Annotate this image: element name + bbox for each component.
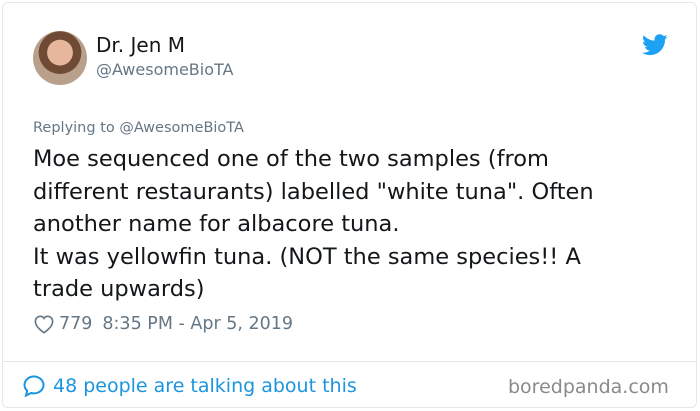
tweet-line: It was yellowfin tuna. (NOT the same spe… xyxy=(33,243,581,270)
tweet-line: different restaurants) labelled "white t… xyxy=(33,178,594,205)
conversation-link-label: 48 people are talking about this xyxy=(53,375,357,397)
watermark: boredpanda.com xyxy=(508,376,669,398)
timestamp[interactable]: 8:35 PM - Apr 5, 2019 xyxy=(102,314,293,334)
avatar[interactable] xyxy=(33,31,87,85)
conversation-link[interactable]: 48 people are talking about this xyxy=(22,373,357,399)
author-name[interactable]: Dr. Jen M xyxy=(96,33,185,57)
tweet-meta: 779 8:35 PM - Apr 5, 2019 xyxy=(33,311,293,337)
divider xyxy=(2,361,697,362)
replying-to: Replying to @AwesomeBioTA xyxy=(33,120,244,136)
speech-bubble-icon xyxy=(23,375,45,398)
tweet-line: trade upwards) xyxy=(33,276,205,302)
tweet-text: Moe sequenced one of the two samples (fr… xyxy=(33,143,673,306)
like-count[interactable]: 779 xyxy=(59,314,92,334)
author-handle[interactable]: @AwesomeBioTA xyxy=(96,60,233,79)
tweet-line: another name for albacore tuna. xyxy=(33,211,400,237)
heart-icon[interactable] xyxy=(33,314,55,334)
twitter-bird-icon[interactable] xyxy=(642,34,668,56)
tweet-line: Moe sequenced one of the two samples (fr… xyxy=(33,146,549,172)
